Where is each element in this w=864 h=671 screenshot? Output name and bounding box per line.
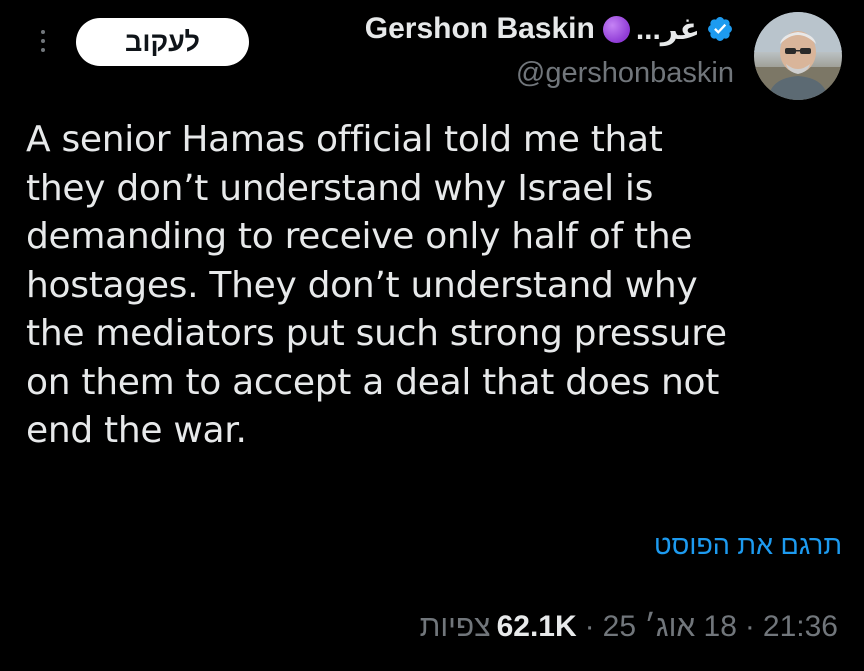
tweet-line: on them to accept a deal that does not [26, 361, 720, 403]
translate-post-link[interactable]: תרגם את הפוסט [654, 530, 842, 561]
author-name[interactable]: Gershon Baskin [365, 12, 595, 46]
author-name-suffix[interactable]: ...غر [636, 12, 700, 47]
views-label: צפיות [419, 610, 491, 643]
purple-circle-emoji-icon [602, 15, 630, 43]
more-options-icon[interactable] [30, 24, 56, 58]
meta-separator: · [744, 610, 755, 643]
more-dot [41, 39, 45, 43]
author-name-row[interactable]: Gershon Baskin ...غر [254, 8, 734, 50]
author-info: Gershon Baskin ...غر @gershonbaskin [254, 8, 734, 90]
tweet-text: A senior Hamas official told me that the… [26, 116, 846, 456]
tweet-line: A senior Hamas official told me that [26, 119, 663, 160]
more-dot [41, 48, 45, 52]
tweet-line: the mediators put such strong pressure [26, 313, 727, 354]
avatar[interactable] [754, 12, 842, 100]
more-dot [41, 30, 45, 34]
tweet-meta: 21:36 · 18 אוג׳ 25 · 62.1K צפיות [420, 610, 838, 644]
author-handle[interactable]: @gershonbaskin [254, 56, 734, 90]
follow-button[interactable]: לעקוב [76, 18, 249, 66]
tweet-line: end the war. [26, 410, 247, 451]
avatar-image [754, 12, 842, 100]
meta-separator: · [584, 610, 595, 643]
tweet-time[interactable]: 21:36 [763, 610, 838, 644]
tweet-line: they don’t understand why Israel is [26, 167, 654, 209]
tweet-line: hostages. They don’t understand why [26, 264, 698, 306]
tweet-line: demanding to receive only half of the [26, 216, 693, 257]
verified-badge-icon [708, 17, 732, 41]
views-count: 62.1K [496, 610, 577, 643]
tweet-date[interactable]: 18 אוג׳ 25 [603, 610, 737, 644]
